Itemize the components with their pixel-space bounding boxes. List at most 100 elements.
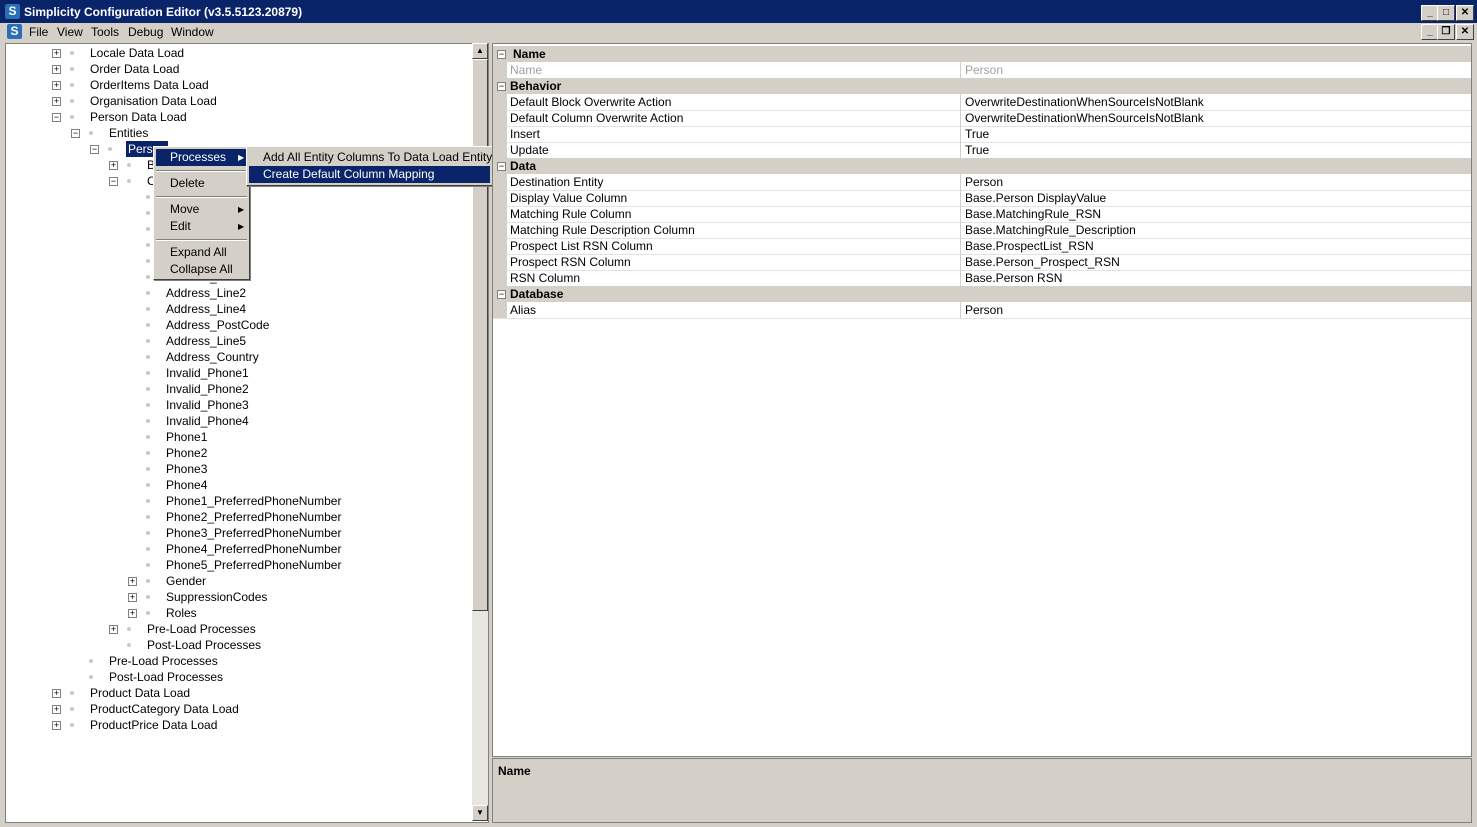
collapse-icon[interactable]: − [497, 50, 506, 59]
property-value[interactable]: Base.Person_Prospect_RSN [965, 254, 1120, 270]
tree-node[interactable]: Address_Line5 [6, 333, 472, 349]
context-menu-delete[interactable]: Delete [156, 175, 205, 192]
expand-icon[interactable]: + [109, 161, 118, 170]
menu-debug[interactable]: Debug [128, 25, 163, 39]
tree-node-label[interactable]: Address_Line2 [164, 285, 248, 301]
tree-node-label[interactable]: Gender [164, 573, 208, 589]
tree-node[interactable]: Phone1_PreferredPhoneNumber [6, 493, 472, 509]
menu-window[interactable]: Window [171, 25, 214, 39]
tree-node[interactable]: + Product Data Load [6, 685, 472, 701]
property-row[interactable]: Prospect List RSN Column Base.ProspectLis… [493, 238, 1471, 255]
property-value[interactable]: OverwriteDestinationWhenSourceIsNotBlank [965, 94, 1204, 110]
property-row[interactable]: Matching Rule Column Base.MatchingRule_RS… [493, 206, 1471, 223]
expand-icon[interactable]: + [52, 49, 61, 58]
context-menu-move[interactable]: Move [156, 201, 199, 218]
tree-node-label[interactable]: Phone4_PreferredPhoneNumber [164, 541, 343, 557]
tree-node[interactable]: − Person Data Load [6, 109, 472, 125]
tree-node[interactable]: + Roles [6, 605, 472, 621]
property-value[interactable]: Base.MatchingRule_Description [965, 222, 1136, 238]
menu-file[interactable]: File [29, 25, 48, 39]
mdi-restore-button[interactable]: ❐ [1437, 24, 1455, 40]
tree-node-label[interactable]: Phone1_PreferredPhoneNumber [164, 493, 343, 509]
tree-node-label[interactable]: Product Data Load [88, 685, 192, 701]
property-value[interactable]: Person [965, 174, 1003, 190]
tree-node-label[interactable]: Phone5_PreferredPhoneNumber [164, 557, 343, 573]
property-row-name[interactable]: Name Person [493, 62, 1471, 79]
property-row[interactable]: Insert True [493, 126, 1471, 143]
tree-node[interactable]: Invalid_Phone4 [6, 413, 472, 429]
tree-node[interactable]: Invalid_Phone2 [6, 381, 472, 397]
property-row[interactable]: Prospect RSN Column Base.Person_Prospect_… [493, 254, 1471, 271]
submenu-create-default-column-mapping[interactable]: Create Default Column Mapping [249, 166, 490, 183]
collapse-icon[interactable]: − [52, 113, 61, 122]
collapse-icon[interactable]: − [497, 290, 506, 299]
property-row[interactable]: Alias Person [493, 302, 1471, 319]
expand-icon[interactable]: + [52, 721, 61, 730]
collapse-icon[interactable]: − [497, 162, 506, 171]
tree-node-label[interactable]: Invalid_Phone1 [164, 365, 251, 381]
tree-node-label[interactable]: Address_Country [164, 349, 261, 365]
tree-node-label[interactable]: Address_Line5 [164, 333, 248, 349]
property-value[interactable]: True [965, 142, 989, 158]
tree-node-label[interactable]: Invalid_Phone4 [164, 413, 251, 429]
context-menu-processes[interactable]: Processes [156, 149, 247, 166]
category-data[interactable]: − Data [493, 158, 1471, 174]
tree-node[interactable]: − Entities [6, 125, 472, 141]
property-row[interactable]: Default Column Overwrite Action Overwrite… [493, 110, 1471, 127]
collapse-icon[interactable]: − [497, 82, 506, 91]
tree-node-label[interactable]: Phone4 [164, 477, 209, 493]
tree-node[interactable]: Address_PostCode [6, 317, 472, 333]
expand-icon[interactable]: + [52, 81, 61, 90]
tree-node-label[interactable]: Order Data Load [88, 61, 181, 77]
close-button[interactable]: ✕ [1456, 5, 1474, 21]
property-value[interactable]: Base.Person RSN [965, 270, 1062, 286]
tree-node[interactable]: Phone2 [6, 445, 472, 461]
tree-node-label[interactable]: Post-Load Processes [107, 669, 225, 685]
app-logo-icon[interactable]: S [5, 4, 20, 19]
scroll-down-arrow-icon[interactable]: ▼ [472, 805, 488, 821]
collapse-icon[interactable]: − [109, 177, 118, 186]
property-value[interactable]: Base.MatchingRule_RSN [965, 206, 1101, 222]
expand-icon[interactable]: + [128, 609, 137, 618]
property-value[interactable]: Base.Person DisplayValue [965, 190, 1106, 206]
tree-node-label[interactable]: ProductCategory Data Load [88, 701, 241, 717]
property-row[interactable]: Destination Entity Person [493, 174, 1471, 191]
tree-node[interactable]: + Locale Data Load [6, 45, 472, 61]
property-row[interactable]: Display Value Column Base.Person DisplayV… [493, 190, 1471, 207]
tree-node-label[interactable]: Address_PostCode [164, 317, 271, 333]
expand-icon[interactable]: + [109, 625, 118, 634]
scroll-up-arrow-icon[interactable]: ▲ [472, 43, 488, 59]
tree-node[interactable]: Address_Line2 [6, 285, 472, 301]
tree-node-label[interactable]: Post-Load Processes [145, 637, 263, 653]
tree-node[interactable]: Post-Load Processes [6, 637, 472, 653]
category-database[interactable]: − Database [493, 286, 1471, 302]
tree-node-label[interactable]: Phone3 [164, 461, 209, 477]
scrollbar-thumb[interactable] [472, 59, 488, 611]
mdi-close-button[interactable]: ✕ [1456, 24, 1474, 40]
property-value[interactable]: OverwriteDestinationWhenSourceIsNotBlank [965, 110, 1204, 126]
tree-node[interactable]: + Gender [6, 573, 472, 589]
context-menu-edit[interactable]: Edit [156, 218, 191, 235]
property-value[interactable]: Person [965, 62, 1003, 78]
property-row[interactable]: Default Block Overwrite Action OverwriteD… [493, 94, 1471, 111]
tree-node-label[interactable]: Organisation Data Load [88, 93, 219, 109]
tree-node-label[interactable]: Pre-Load Processes [145, 621, 258, 637]
tree-node-label[interactable]: Phone2 [164, 445, 209, 461]
tree-node-label[interactable]: Phone1 [164, 429, 209, 445]
collapse-icon[interactable]: − [90, 145, 99, 154]
tree-node-label[interactable]: Address_Line4 [164, 301, 248, 317]
expand-icon[interactable]: + [52, 97, 61, 106]
expand-icon[interactable]: + [128, 577, 137, 586]
tree-node[interactable]: Phone3 [6, 461, 472, 477]
tree-node[interactable]: + ProductPrice Data Load [6, 717, 472, 733]
property-grid[interactable]: − Name Name Person − Behavior Default Bloc… [492, 43, 1472, 757]
tree-node-label[interactable]: Entities [107, 125, 150, 141]
tree-node[interactable]: Address_Line4 [6, 301, 472, 317]
tree-node[interactable]: + Pre-Load Processes [6, 621, 472, 637]
tree-node[interactable]: Address_Country [6, 349, 472, 365]
property-value[interactable]: True [965, 126, 989, 142]
tree-node[interactable]: Pre-Load Processes [6, 653, 472, 669]
context-menu-expand-all[interactable]: Expand All [156, 244, 227, 261]
tree-node[interactable]: Phone5_PreferredPhoneNumber [6, 557, 472, 573]
tree-node-label[interactable]: ProductPrice Data Load [88, 717, 219, 733]
